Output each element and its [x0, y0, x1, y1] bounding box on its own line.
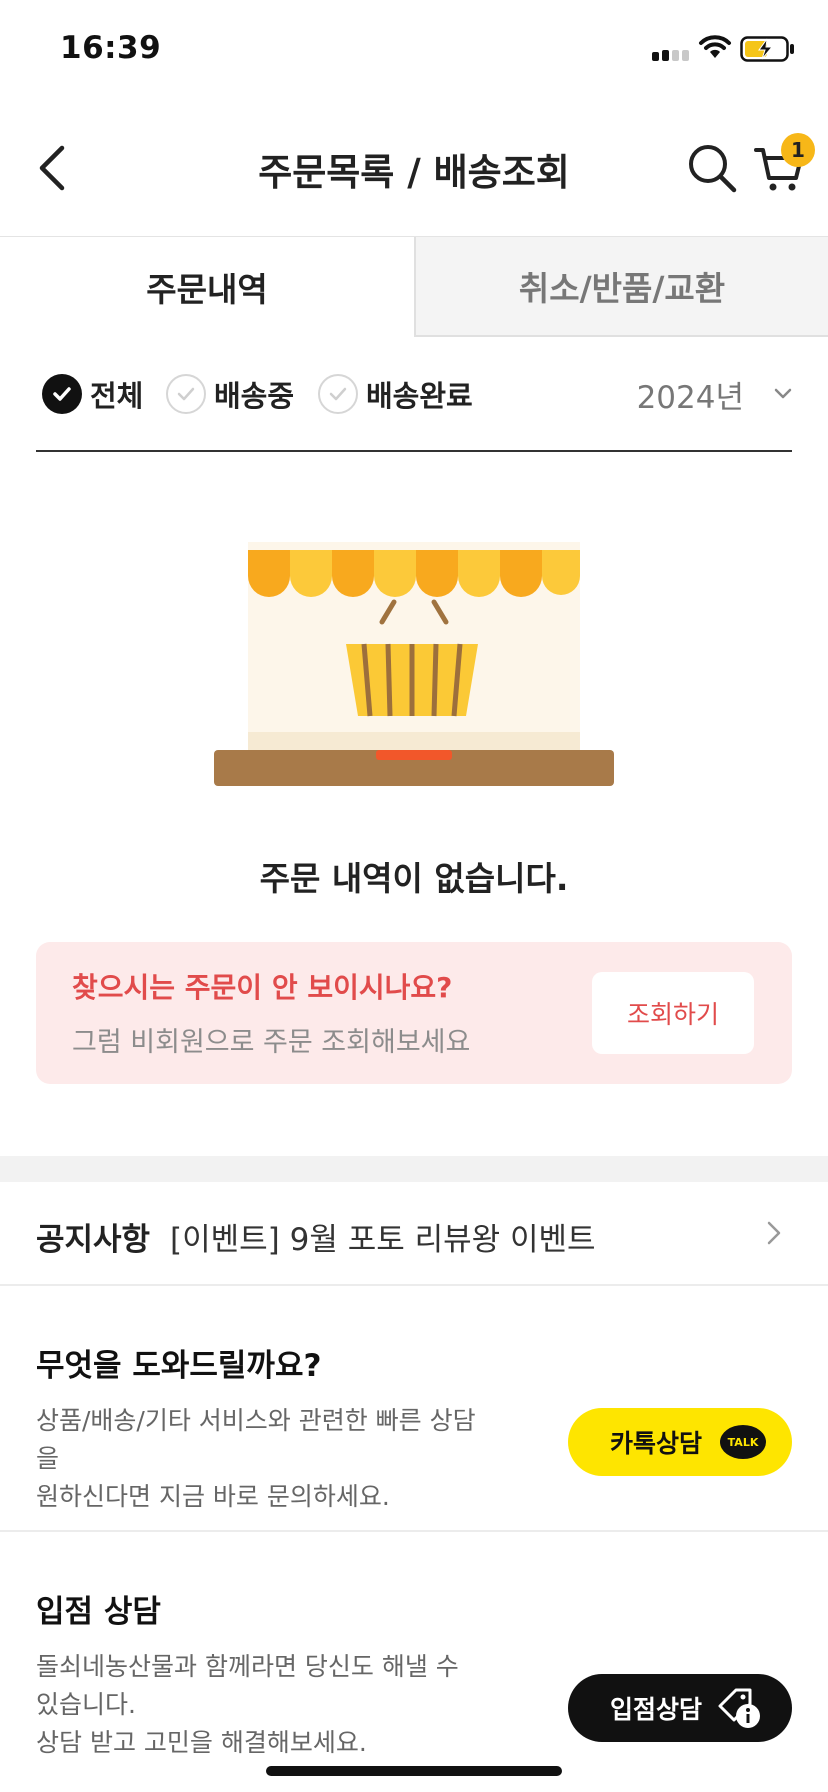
- order-filters: 전체 배송중 배송완료 2024년: [36, 366, 792, 452]
- guest-lookup-title: 찾으시는 주문이 안 보이시나요?: [72, 971, 453, 1004]
- store-consult-description: 돌쇠네농산물과 함께라면 당신도 해낼 수 있습니다. 상담 받고 고민을 해결…: [36, 1648, 476, 1762]
- checked-circle-icon: [42, 374, 82, 414]
- filter-delivered-label: 배송완료: [366, 379, 473, 413]
- help-title: 무엇을 도와드릴까요?: [36, 1348, 322, 1384]
- guest-lookup-button[interactable]: 조회하기: [592, 972, 754, 1054]
- wifi-icon: [699, 35, 731, 58]
- filter-delivered[interactable]: 배송완료: [318, 372, 473, 416]
- store-consult-title: 입점 상담: [36, 1594, 161, 1630]
- empty-store-illustration: [214, 542, 614, 786]
- tab-cancel-return-exchange[interactable]: 취소/반품/교환: [414, 237, 828, 337]
- battery-charging-icon: [740, 36, 794, 62]
- talk-badge-text: TALK: [727, 1435, 759, 1449]
- top-navigation-bar: 주문목록 / 배송조회: [0, 120, 828, 216]
- kakaotalk-consult-button[interactable]: 카톡상담 TALK: [568, 1408, 792, 1476]
- guest-order-lookup-banner: 찾으시는 주문이 안 보이시나요? 그럼 비회원으로 주문 조회해보세요 조회하…: [36, 942, 792, 1084]
- year-dropdown[interactable]: 2024년: [637, 372, 792, 416]
- guest-lookup-subtitle: 그럼 비회원으로 주문 조회해보세요: [72, 1027, 471, 1058]
- store-desc-line: 있습니다.: [36, 1690, 136, 1719]
- status-time: 16:39: [60, 30, 162, 66]
- filter-shipping[interactable]: 배송중: [166, 372, 294, 416]
- kakaotalk-icon: TALK: [720, 1425, 767, 1459]
- filter-shipping-label: 배송중: [214, 379, 295, 413]
- notice-label: 공지사항: [36, 1222, 151, 1258]
- year-value: 2024년: [636, 379, 744, 416]
- search-icon: [689, 145, 737, 193]
- chevron-down-icon: [774, 388, 792, 399]
- filter-all[interactable]: 전체: [42, 372, 143, 416]
- order-tabs: 주문내역 취소/반품/교환: [0, 236, 828, 337]
- unchecked-circle-icon: [166, 374, 206, 414]
- store-desc-line: 돌쇠네농산물과 함께라면 당신도 해낼 수: [36, 1652, 459, 1681]
- home-indicator[interactable]: [266, 1766, 562, 1776]
- store-consult-label: 입점상담: [610, 1695, 703, 1724]
- section-divider: [0, 1156, 828, 1182]
- store-desc-line: 상담 받고 고민을 해결해보세요.: [36, 1728, 367, 1757]
- store-consult-section: 입점 상담 돌쇠네농산물과 함께라면 당신도 해낼 수 있습니다. 상담 받고 …: [0, 1534, 828, 1792]
- notice-row[interactable]: 공지사항 [이벤트] 9월 포토 리뷰왕 이벤트: [0, 1182, 828, 1286]
- store-consult-button[interactable]: 입점상담: [568, 1674, 792, 1742]
- filter-all-label: 전체: [90, 379, 144, 413]
- notice-text: [이벤트] 9월 포토 리뷰왕 이벤트: [170, 1222, 596, 1258]
- kakaotalk-consult-label: 카톡상담: [610, 1429, 703, 1458]
- cellular-signal-icon: [652, 50, 689, 61]
- help-desc-line: 상품/배송/기타 서비스와 관련한 빠른 상담을: [36, 1406, 476, 1473]
- cart-count-badge: 1: [781, 133, 815, 167]
- store-tag-info-icon: [718, 1688, 761, 1728]
- unchecked-circle-icon: [318, 374, 358, 414]
- chevron-right-icon: [767, 1221, 781, 1245]
- tab-order-history[interactable]: 주문내역: [0, 237, 414, 337]
- status-bar: 16:39: [0, 0, 828, 96]
- help-section: 무엇을 도와드릴까요? 상품/배송/기타 서비스와 관련한 빠른 상담을 원하신…: [0, 1288, 828, 1532]
- help-desc-line: 원하신다면 지금 바로 문의하세요.: [36, 1482, 390, 1511]
- help-description: 상품/배송/기타 서비스와 관련한 빠른 상담을 원하신다면 지금 바로 문의하…: [36, 1402, 496, 1516]
- search-button[interactable]: [686, 142, 738, 194]
- empty-order-message: 주문 내역이 없습니다.: [259, 859, 569, 898]
